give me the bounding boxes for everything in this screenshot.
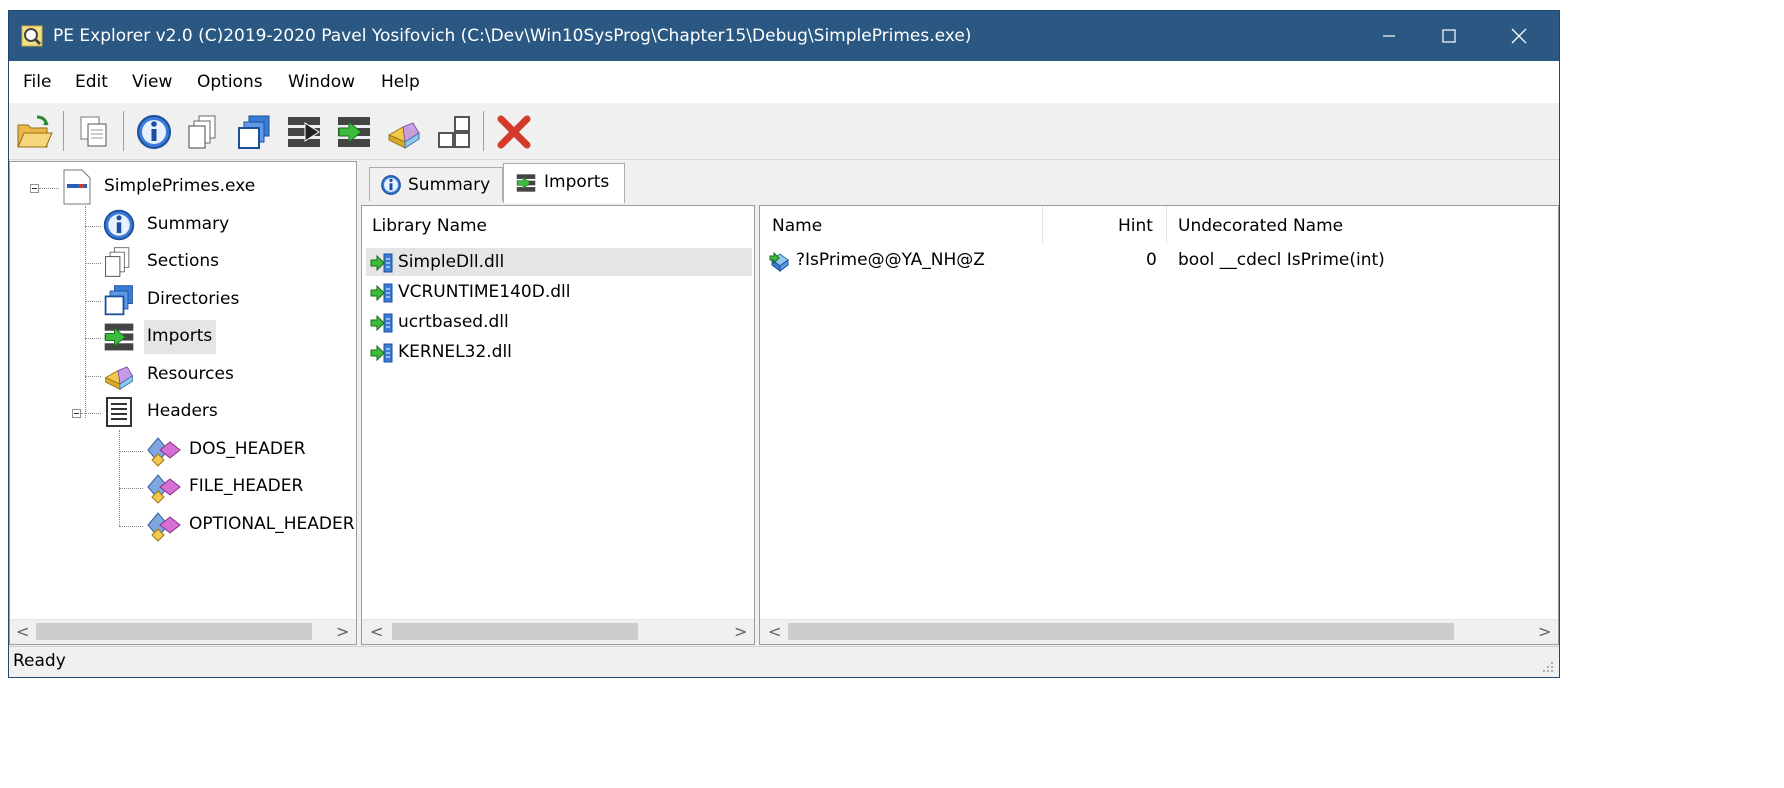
tree-root-simpleprimes[interactable]: SimplePrimes.exe [104, 176, 255, 196]
scroll-thumb[interactable] [36, 623, 312, 640]
resources-icon[interactable] [385, 113, 423, 151]
tab-summary[interactable]: Summary [369, 167, 503, 201]
close-file-icon[interactable] [495, 113, 533, 151]
resize-grip-icon[interactable] [1541, 660, 1555, 674]
tree-item-file-header[interactable]: FILE_HEADER [189, 476, 303, 496]
imports-tab-icon [516, 174, 536, 192]
function-name: ?IsPrime@@YA_NH@Z [796, 250, 985, 270]
collapse-headers-toggle[interactable] [72, 409, 81, 418]
title-bar[interactable]: PE Explorer v2.0 (C)2019-2020 Pavel Yosi… [9, 11, 1559, 61]
menu-file[interactable]: File [23, 72, 51, 92]
scroll-right-icon[interactable]: > [734, 622, 747, 641]
tree-item-optional-header[interactable]: OPTIONAL_HEADER [189, 514, 355, 534]
toolbar [9, 103, 1559, 160]
dos-header-icon [147, 437, 181, 467]
hint-column-header[interactable]: Hint [1118, 216, 1153, 236]
libraries-horizontal-scrollbar[interactable]: < > [362, 619, 754, 644]
tree-item-headers[interactable]: Headers [147, 401, 218, 421]
scroll-right-icon[interactable]: > [1538, 622, 1551, 641]
magnifier-app-icon [21, 25, 43, 47]
close-button[interactable] [1489, 11, 1549, 61]
menu-help[interactable]: Help [381, 72, 420, 92]
summary-icon[interactable] [135, 113, 173, 151]
menu-view[interactable]: View [132, 72, 172, 92]
function-icon [769, 251, 789, 272]
tree-horizontal-scrollbar[interactable]: < > [10, 619, 356, 644]
function-hint: 0 [1146, 250, 1157, 270]
minimize-button[interactable] [1359, 11, 1419, 61]
file-header-icon [147, 474, 181, 504]
library-kernel32: KERNEL32.dll [398, 342, 512, 362]
scroll-thumb[interactable] [788, 623, 1454, 640]
window-title: PE Explorer v2.0 (C)2019-2020 Pavel Yosi… [53, 26, 972, 46]
headers-tree-icon [106, 397, 132, 427]
library-name-header[interactable]: Library Name [372, 216, 487, 236]
copy-icon[interactable] [75, 113, 113, 151]
directories-tree-icon [104, 285, 133, 316]
status-bar: Ready [9, 646, 1559, 677]
minimize-icon [1383, 35, 1395, 37]
tab-imports-label: Imports [544, 172, 610, 192]
tree-item-directories[interactable]: Directories [147, 289, 239, 309]
tab-imports[interactable]: Imports [503, 163, 625, 203]
library-simpledll: SimpleDll.dll [398, 252, 505, 272]
tree-item-summary[interactable]: Summary [147, 214, 229, 234]
scroll-left-icon[interactable]: < [768, 622, 781, 641]
summary-tab-icon [381, 175, 401, 195]
exe-file-icon [63, 169, 91, 205]
dll-import-icon [370, 313, 393, 333]
tree-pane[interactable]: SimplePrimes.exe Summary Sections Direct… [9, 161, 357, 645]
status-text: Ready [13, 651, 66, 671]
sections-icon[interactable] [185, 113, 223, 151]
menu-edit[interactable]: Edit [75, 72, 108, 92]
open-icon[interactable] [15, 113, 53, 151]
scroll-right-icon[interactable]: > [336, 622, 349, 641]
close-icon [1511, 28, 1527, 44]
tree-item-sections[interactable]: Sections [147, 251, 219, 271]
library-ucrtbased: ucrtbased.dll [398, 312, 509, 332]
maximize-icon [1442, 29, 1456, 43]
sections-tree-icon [105, 247, 130, 277]
tab-bar: Summary Imports [361, 163, 1559, 205]
scroll-left-icon[interactable]: < [16, 622, 29, 641]
scroll-left-icon[interactable]: < [370, 622, 383, 641]
maximize-button[interactable] [1419, 11, 1479, 61]
dll-import-icon [370, 253, 393, 273]
exports-icon[interactable] [285, 113, 323, 151]
optional-header-icon [147, 512, 181, 542]
menu-options[interactable]: Options [197, 72, 263, 92]
menu-bar: File Edit View Options Window Help [9, 61, 1559, 103]
collapse-root-toggle[interactable] [30, 184, 39, 193]
scroll-thumb[interactable] [392, 623, 638, 640]
tree-item-imports[interactable]: Imports [147, 326, 212, 346]
dll-import-icon [370, 283, 393, 303]
dll-import-icon [370, 343, 393, 363]
tree-item-dos-header[interactable]: DOS_HEADER [189, 439, 306, 459]
imports-tree-icon [104, 323, 134, 351]
functions-list[interactable]: Name Hint Undecorated Name ?IsPrime@@YA_… [759, 205, 1559, 645]
directories-icon[interactable] [235, 113, 273, 151]
functions-horizontal-scrollbar[interactable]: < > [760, 619, 1558, 644]
imports-icon[interactable] [335, 113, 373, 151]
library-vcruntime140d: VCRUNTIME140D.dll [398, 282, 571, 302]
main-window: PE Explorer v2.0 (C)2019-2020 Pavel Yosi… [8, 10, 1560, 678]
tab-summary-label: Summary [408, 175, 491, 195]
libraries-list[interactable]: Library Name SimpleDll.dll VCRUNTIME140D… [361, 205, 755, 645]
name-column-header[interactable]: Name [772, 216, 822, 236]
resources-tree-icon [104, 366, 134, 391]
summary-tree-icon [103, 209, 135, 241]
function-undecorated-name: bool __cdecl IsPrime(int) [1178, 250, 1385, 270]
undecorated-name-column-header[interactable]: Undecorated Name [1178, 216, 1343, 236]
headers-icon[interactable] [435, 113, 473, 151]
tree-item-resources[interactable]: Resources [147, 364, 234, 384]
menu-window[interactable]: Window [288, 72, 355, 92]
